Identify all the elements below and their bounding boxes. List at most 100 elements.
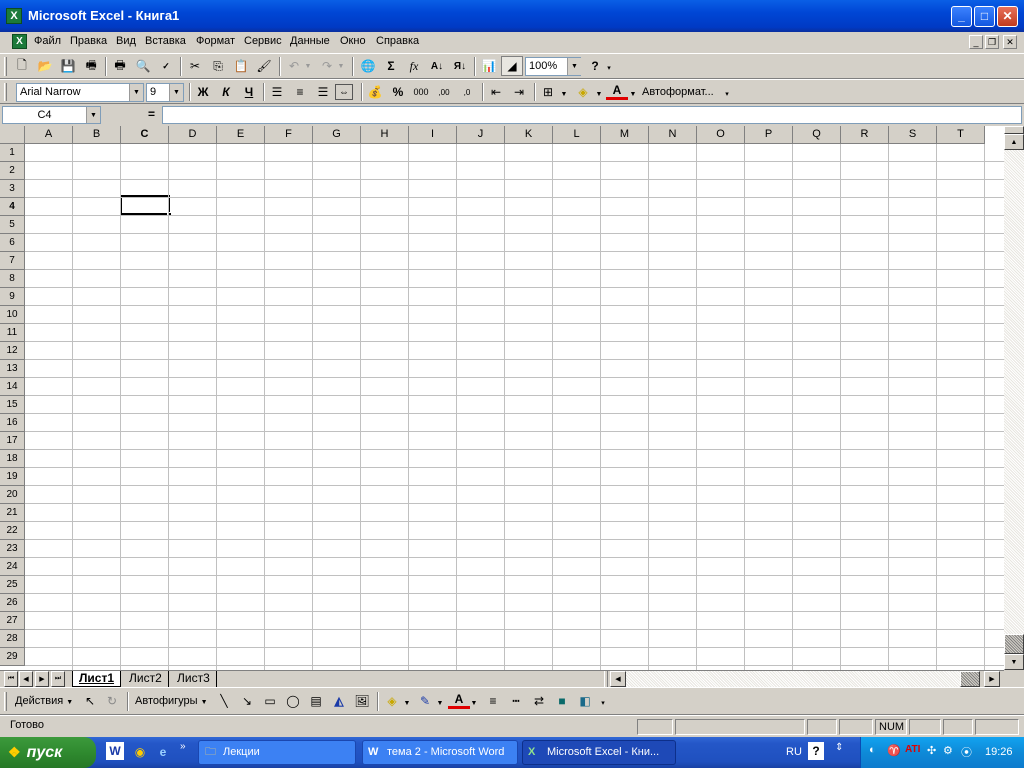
column-header[interactable]: K xyxy=(505,126,553,144)
row-header[interactable]: 1 xyxy=(0,144,25,162)
prev-sheet-icon[interactable]: ◀ xyxy=(19,671,33,687)
format-painter-icon[interactable]: 🖌 xyxy=(253,56,275,76)
workbook-icon[interactable]: X xyxy=(12,34,27,49)
row-header[interactable]: 27 xyxy=(0,612,25,630)
close-button[interactable]: ✕ xyxy=(997,6,1018,27)
menu-view[interactable]: Вид xyxy=(116,35,136,47)
excel-app-icon[interactable]: X xyxy=(6,8,22,24)
print-preview-icon[interactable]: 🔍 xyxy=(132,56,154,76)
select-all-button[interactable] xyxy=(0,126,25,144)
fill-color-icon[interactable]: ◈ xyxy=(572,82,594,102)
toolbar-options-icon[interactable]: ▾ xyxy=(721,84,733,104)
dash-style-icon[interactable]: ┅ xyxy=(505,691,527,711)
toolbar-grip[interactable] xyxy=(4,83,7,101)
font-dropdown-icon[interactable]: ▼ xyxy=(129,84,143,101)
currency-icon[interactable]: 💰 xyxy=(364,82,386,102)
align-center-icon[interactable]: ≡ xyxy=(289,82,311,102)
row-header[interactable]: 4 xyxy=(0,198,25,216)
3d-icon[interactable]: ◧ xyxy=(574,691,596,711)
first-sheet-icon[interactable]: ⏮ xyxy=(4,671,18,687)
tray-icon-5[interactable]: ⚙ xyxy=(943,744,953,757)
arrow-icon[interactable]: ↘ xyxy=(236,691,258,711)
menu-data[interactable]: Данные xyxy=(290,35,330,47)
vertical-scrollbar[interactable]: ▲ ▼ xyxy=(1004,126,1024,670)
row-header[interactable]: 6 xyxy=(0,234,25,252)
menu-insert[interactable]: Вставка xyxy=(145,35,186,47)
tray-icon-2[interactable]: ♈ xyxy=(887,744,901,757)
decrease-decimal-icon[interactable]: ,0 xyxy=(456,82,478,102)
font-size-dropdown-icon[interactable]: ▼ xyxy=(169,84,183,101)
scroll-right-icon[interactable]: ▶ xyxy=(984,671,1000,687)
quicklaunch-more-icon[interactable]: » xyxy=(180,741,186,752)
sort-descending-icon[interactable]: Я↓ xyxy=(449,56,471,76)
doc-restore-button[interactable]: ❐ xyxy=(985,35,999,49)
save-icon[interactable]: 💾 xyxy=(57,56,79,76)
row-header[interactable]: 24 xyxy=(0,558,25,576)
language-indicator[interactable]: RU xyxy=(786,746,802,758)
help-tray-icon[interactable]: ? xyxy=(808,742,824,760)
task-excel[interactable]: X Microsoft Excel - Кни... xyxy=(522,740,676,765)
tray-icon-6[interactable]: ⦿ xyxy=(961,744,972,760)
maximize-button[interactable]: □ xyxy=(974,6,995,27)
drawing-icon[interactable]: ◢ xyxy=(501,56,523,76)
increase-decimal-icon[interactable]: ,00 xyxy=(433,82,455,102)
row-header[interactable]: 16 xyxy=(0,414,25,432)
toolbar-options-icon[interactable]: ▾ xyxy=(603,58,615,78)
italic-button[interactable]: К xyxy=(215,82,237,102)
row-header[interactable]: 5 xyxy=(0,216,25,234)
row-header[interactable]: 15 xyxy=(0,396,25,414)
column-header[interactable]: M xyxy=(601,126,649,144)
task-lectures[interactable]: 🗀 Лекции xyxy=(198,740,356,765)
column-header[interactable]: G xyxy=(313,126,361,144)
borders-icon[interactable]: ⊞ xyxy=(537,82,559,102)
task-word[interactable]: Wтема 2 - Microsoft Word xyxy=(362,740,518,765)
spelling-icon[interactable]: ✓ xyxy=(155,56,177,76)
row-header[interactable]: 14 xyxy=(0,378,25,396)
chart-wizard-icon[interactable]: 📊 xyxy=(478,56,500,76)
cut-icon[interactable]: ✂ xyxy=(184,56,206,76)
column-header[interactable]: D xyxy=(169,126,217,144)
line-color-icon[interactable]: ✎ xyxy=(414,691,436,711)
hyperlink-icon[interactable]: 🌐 xyxy=(357,56,379,76)
menu-window[interactable]: Окно xyxy=(340,35,366,47)
fill-color-icon[interactable]: ◈ xyxy=(381,691,403,711)
menu-file[interactable]: Файл xyxy=(34,35,61,47)
actions-menu[interactable]: Действия ▼ xyxy=(15,695,73,707)
column-header[interactable]: L xyxy=(553,126,601,144)
column-header[interactable]: Q xyxy=(793,126,841,144)
borders-dropdown-icon[interactable]: ▼ xyxy=(558,84,570,104)
underline-button[interactable]: Ч xyxy=(238,82,260,102)
row-header[interactable]: 22 xyxy=(0,522,25,540)
worksheet-grid[interactable]: A B C D E F G H I J K L M N O P Q R S T 1 2 3 4 5 6 7 8 9 10 11 12 13 14 1… xyxy=(0,126,1004,670)
toolbar-grip[interactable] xyxy=(4,692,7,711)
column-header[interactable]: I xyxy=(409,126,457,144)
toolbar-options-icon[interactable]: ▾ xyxy=(597,693,609,713)
wordart-icon[interactable]: ◭ xyxy=(328,691,350,711)
font-color-icon[interactable]: A xyxy=(606,82,628,100)
open-icon[interactable]: 📂 xyxy=(34,56,56,76)
media-player-icon[interactable]: ◉ xyxy=(129,742,151,762)
row-header[interactable]: 8 xyxy=(0,270,25,288)
sheet-tab-3[interactable]: Лист3 xyxy=(171,671,217,687)
name-box-dropdown-icon[interactable]: ▼ xyxy=(86,107,100,123)
font-color-icon[interactable]: A xyxy=(448,691,470,709)
redo-dropdown-icon[interactable]: ▼ xyxy=(336,56,346,76)
line-style-icon[interactable]: ≡ xyxy=(482,691,504,711)
next-sheet-icon[interactable]: ▶ xyxy=(35,671,49,687)
shadow-icon[interactable]: ■ xyxy=(551,691,573,711)
font-color-dropdown-icon[interactable]: ▼ xyxy=(468,693,480,713)
clock[interactable]: 19:26 xyxy=(985,746,1013,758)
column-header[interactable]: N xyxy=(649,126,697,144)
row-header[interactable]: 17 xyxy=(0,432,25,450)
column-header[interactable]: S xyxy=(889,126,937,144)
row-header[interactable]: 12 xyxy=(0,342,25,360)
permission-icon[interactable]: 🖷 xyxy=(80,56,102,76)
font-select[interactable]: Arial Narrow xyxy=(16,83,144,102)
column-header[interactable]: P xyxy=(745,126,793,144)
tray-icon-1[interactable]: ◐ xyxy=(869,744,876,756)
horizontal-scroll-thumb[interactable] xyxy=(960,671,980,687)
row-header[interactable]: 21 xyxy=(0,504,25,522)
menu-format[interactable]: Формат xyxy=(196,35,235,47)
sort-ascending-icon[interactable]: A↓ xyxy=(426,56,448,76)
row-header[interactable]: 29 xyxy=(0,648,25,666)
